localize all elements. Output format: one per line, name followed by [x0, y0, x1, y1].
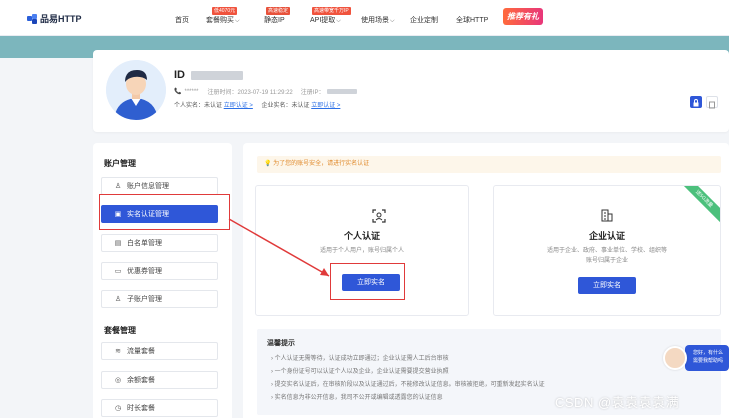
watermark: CSDN @袁袁袁袁满 — [555, 395, 680, 410]
customer-service-widget[interactable]: 您好，有什么 需要我帮助吗 — [663, 343, 729, 373]
support-line: 需要我帮助吗 — [693, 358, 724, 364]
support-line: 您好，有什么 — [693, 350, 724, 356]
annotation-arrow-icon — [228, 218, 330, 277]
support-bubble: 您好，有什么 需要我帮助吗 — [685, 345, 729, 371]
support-agent-avatar — [663, 346, 687, 370]
